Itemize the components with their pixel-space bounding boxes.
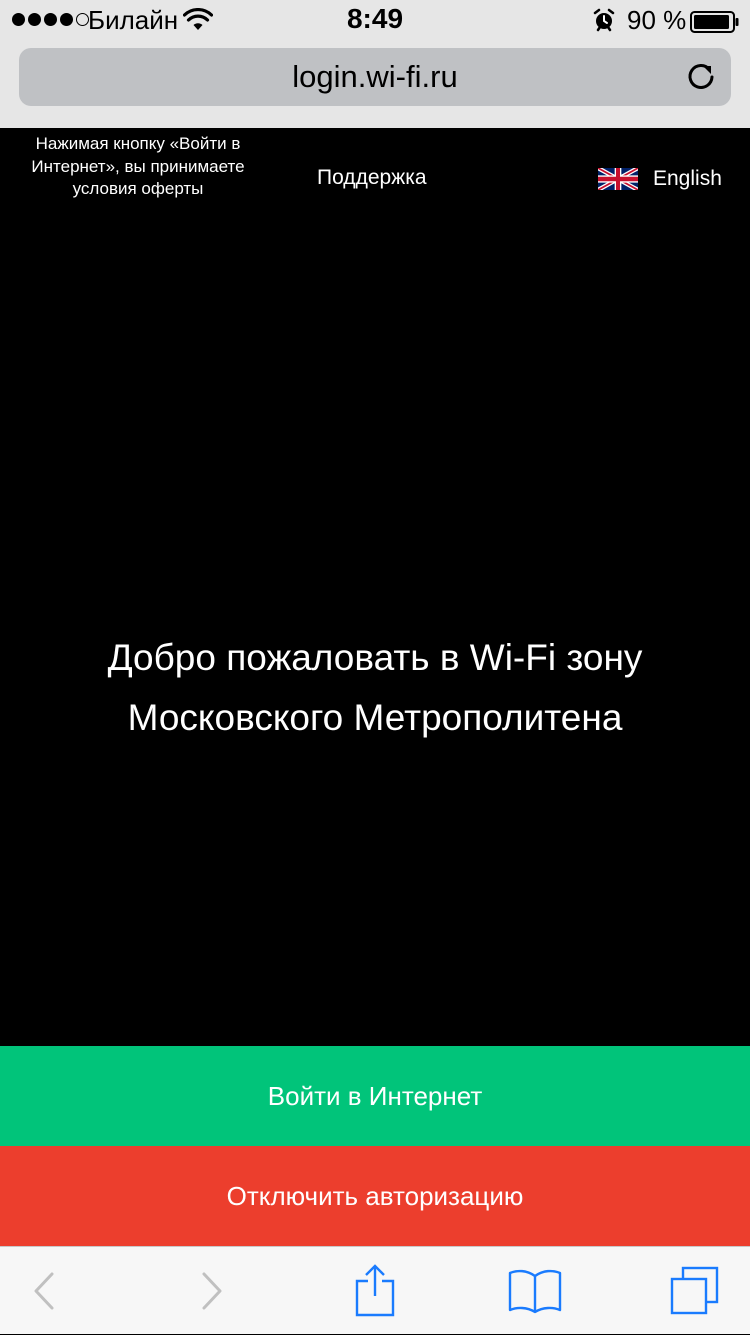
bookmarks-button[interactable]: [500, 1247, 570, 1335]
battery-icon: [690, 9, 740, 40]
tabs-button[interactable]: [660, 1247, 730, 1335]
support-link[interactable]: Поддержка: [317, 166, 427, 190]
forward-button[interactable]: [180, 1247, 244, 1335]
share-button[interactable]: [340, 1247, 410, 1335]
language-switch[interactable]: English: [598, 166, 722, 192]
status-bar: Билайн 8:49 90 %: [0, 0, 750, 40]
url-text[interactable]: login.wi-fi.ru: [19, 48, 731, 106]
tabs-icon: [670, 1266, 719, 1315]
battery-percentage: 90 %: [627, 5, 687, 35]
welcome-heading: Добро пожаловать в Wi-Fi зону Московског…: [0, 628, 750, 748]
url-field[interactable]: login.wi-fi.ru: [19, 48, 731, 106]
browser-toolbar: [0, 1246, 750, 1334]
back-button[interactable]: [12, 1247, 76, 1335]
language-label: English: [653, 167, 722, 190]
uk-flag-icon: [598, 168, 638, 190]
back-icon: [34, 1272, 54, 1310]
login-internet-button[interactable]: Войти в Интернет: [0, 1046, 750, 1146]
welcome-line-1: Добро пожаловать в Wi-Fi зону: [107, 637, 643, 678]
reload-icon[interactable]: [685, 61, 717, 98]
welcome-line-2: Московского Метрополитена: [127, 697, 623, 738]
offer-terms-link[interactable]: Нажимая кнопку «Войти в Интернет», вы пр…: [28, 133, 248, 201]
captive-portal-page: Нажимая кнопку «Войти в Интернет», вы пр…: [0, 128, 750, 1246]
browser-address-bar: login.wi-fi.ru: [0, 40, 750, 128]
alarm-icon: [593, 8, 615, 39]
share-icon: [355, 1264, 395, 1317]
bookmarks-icon: [508, 1269, 562, 1314]
forward-icon: [202, 1272, 222, 1310]
disable-authorization-button[interactable]: Отключить авторизацию: [0, 1146, 750, 1246]
